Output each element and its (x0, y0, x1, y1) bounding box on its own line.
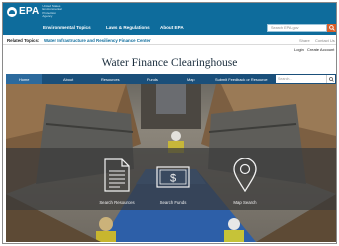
create-account-link[interactable]: Create Account (307, 47, 334, 52)
sub-search-button[interactable] (326, 75, 335, 83)
sub-nav-about[interactable]: About (63, 77, 73, 82)
money-icon: $ (156, 166, 190, 188)
search-icon (328, 25, 335, 31)
document-icon (104, 158, 130, 192)
sub-nav-resources[interactable]: Resources (101, 77, 120, 82)
epa-search-input[interactable]: Search EPA.gov (267, 24, 327, 32)
related-topics-label: Related Topics: (7, 37, 40, 43)
sub-nav-funds[interactable]: Funds (147, 77, 158, 82)
svg-text:$: $ (170, 173, 176, 185)
sub-nav-home[interactable]: Home (19, 77, 29, 82)
epa-logo[interactable]: EPA United States Environmental Protecti… (7, 4, 66, 18)
epa-logo-icon (7, 6, 17, 17)
related-topics-bar: Related Topics: Water Infrastructure and… (3, 35, 336, 45)
tile-label: Search Funds (159, 200, 187, 205)
login-link[interactable]: Login (294, 47, 304, 52)
epa-logo-subtext: United States Environmental Protection A… (42, 4, 62, 18)
hero-banner: Search Resources $ Search Funds Map Sear… (6, 84, 336, 242)
epa-logo-text: EPA (19, 6, 40, 17)
tile-search-funds[interactable]: $ Search Funds (143, 158, 203, 206)
tile-search-resources[interactable]: Search Resources (87, 158, 147, 206)
search-icon (329, 76, 334, 82)
browser-frame: EPA United States Environmental Protecti… (2, 2, 337, 244)
tile-label: Map Search (233, 200, 257, 205)
map-pin-icon (233, 158, 257, 192)
page-title: Water Finance Clearinghouse (101, 57, 238, 69)
related-topics-link[interactable]: Water Infrastructure and Resiliency Fina… (44, 38, 151, 43)
tile-map-search[interactable]: Map Search (215, 158, 275, 206)
contact-us-link[interactable]: Contact Us (315, 38, 335, 43)
epa-search-button[interactable] (327, 24, 336, 32)
nav-environmental-topics[interactable]: Environmental Topics (43, 25, 91, 30)
share-link[interactable]: Share (299, 38, 310, 43)
sub-search-input[interactable]: Search... (276, 75, 326, 83)
nav-about-epa[interactable]: About EPA (160, 25, 184, 30)
sub-nav-map[interactable]: Map (187, 77, 195, 82)
account-row: Login Create Account (3, 45, 336, 53)
nav-laws-regulations[interactable]: Laws & Regulations (106, 25, 150, 30)
sub-nav-submit-feedback[interactable]: Submit Feedback or Resource (215, 77, 268, 82)
tile-label: Search Resources (99, 200, 135, 205)
